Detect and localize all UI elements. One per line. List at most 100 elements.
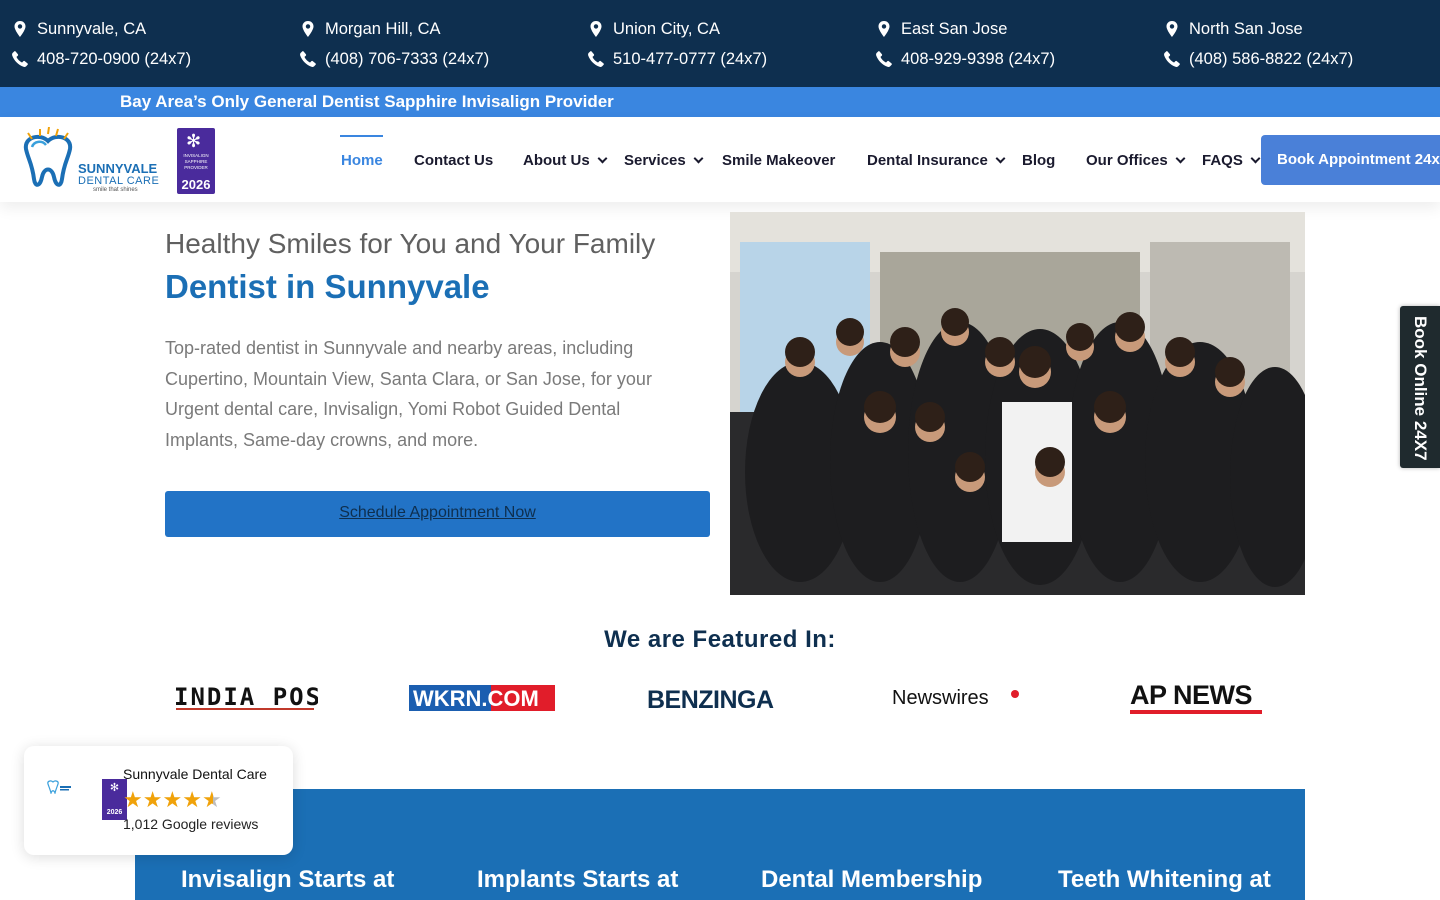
svg-text:Newswires: Newswires bbox=[892, 687, 989, 709]
phone-row[interactable]: (408) 586-8822 (24x7) bbox=[1164, 44, 1440, 74]
location-row[interactable]: Union City, CA bbox=[588, 14, 868, 44]
location-phone: (408) 586-8822 (24x7) bbox=[1189, 49, 1354, 68]
nav-home[interactable]: Home bbox=[341, 152, 383, 169]
invisalign-sapphire-badge: ✻ INVISALIGN SAPPHIRE PROVIDER 2026 bbox=[177, 128, 215, 194]
map-pin-icon bbox=[1166, 21, 1178, 37]
press-logo-benzinga[interactable]: BENZINGA bbox=[645, 676, 795, 720]
phone-row[interactable]: 408-720-0900 (24x7) bbox=[12, 44, 292, 74]
nav-faqs[interactable]: FAQS bbox=[1202, 152, 1261, 169]
nav-blog[interactable]: Blog bbox=[1022, 152, 1055, 169]
wkrn-logo: WKRN.COM bbox=[409, 685, 555, 711]
newswires-logo: Newswires bbox=[892, 687, 1019, 709]
pricing-membership[interactable]: Dental Membership bbox=[761, 866, 982, 894]
site-logo[interactable]: SUNNYVALE DENTAL CARE smile that shines bbox=[18, 127, 168, 193]
clinic-mini-logo bbox=[47, 780, 71, 794]
schedule-appointment-button[interactable]: Schedule Appointment Now bbox=[165, 491, 710, 537]
active-nav-indicator bbox=[340, 135, 383, 137]
pricing-band: Invisalign Starts at Implants Starts at … bbox=[135, 789, 1305, 900]
nav-about-us[interactable]: About Us bbox=[523, 152, 608, 169]
press-logo-wkrn[interactable]: WKRN.COM bbox=[409, 676, 555, 720]
location-row[interactable]: North San Jose bbox=[1164, 14, 1440, 44]
hero-subtitle: Healthy Smiles for You and Your Family bbox=[165, 228, 656, 259]
location-row[interactable]: Sunnyvale, CA bbox=[12, 14, 292, 44]
svg-text:WKRN.COM: WKRN.COM bbox=[413, 686, 539, 711]
apnews-logo: AP NEWS bbox=[1130, 680, 1262, 714]
pricing-implants[interactable]: Implants Starts at bbox=[477, 866, 678, 894]
chevron-down-icon bbox=[597, 153, 608, 164]
phone-icon bbox=[588, 51, 604, 67]
chevron-down-icon bbox=[1175, 153, 1186, 164]
location-row[interactable]: East San Jose bbox=[876, 14, 1156, 44]
location-sunnyvale: Sunnyvale, CA 408-720-0900 (24x7) bbox=[12, 14, 292, 74]
review-count: 1,012 Google reviews bbox=[123, 816, 259, 832]
phone-row[interactable]: (408) 706-7333 (24x7) bbox=[300, 44, 580, 74]
location-phone: 408-929-9398 (24x7) bbox=[901, 49, 1056, 68]
map-pin-icon bbox=[590, 21, 602, 37]
phone-row[interactable]: 408-929-9398 (24x7) bbox=[876, 44, 1156, 74]
chevron-down-icon bbox=[693, 153, 704, 164]
book-appointment-button[interactable]: Book Appointment 24x7 bbox=[1261, 135, 1440, 185]
top-contact-bar: Sunnyvale, CA 408-720-0900 (24x7) Morgan… bbox=[0, 0, 1440, 87]
star-icon: ★ bbox=[182, 787, 202, 812]
press-logo-apnews[interactable]: AP NEWS bbox=[1128, 676, 1264, 720]
nav-smile-makeover[interactable]: Smile Makeover bbox=[722, 152, 835, 169]
press-logo-newswires[interactable]: Newswires bbox=[890, 676, 1025, 720]
location-phone: 510-477-0777 (24x7) bbox=[613, 49, 768, 68]
tooth-logo-icon bbox=[23, 127, 73, 187]
map-pin-icon bbox=[878, 21, 890, 37]
announcement-bar: Bay Area’s Only General Dentist Sapphire… bbox=[0, 87, 1440, 117]
side-tab-label: Book Online 24X7 bbox=[1411, 316, 1430, 461]
flower-icon: ✻ bbox=[186, 131, 202, 151]
svg-text:BENZINGA: BENZINGA bbox=[647, 686, 774, 713]
map-pin-icon bbox=[302, 21, 314, 37]
review-business-name: Sunnyvale Dental Care bbox=[123, 766, 267, 782]
book-online-side-tab[interactable]: Book Online 24X7 bbox=[1400, 306, 1440, 468]
svg-text:AP NEWS: AP NEWS bbox=[1130, 680, 1252, 710]
star-rating: ★ ★ ★ ★ ★ bbox=[123, 789, 222, 811]
press-logo-indiapost[interactable]: INDIA POST bbox=[170, 676, 320, 720]
location-phone: (408) 706-7333 (24x7) bbox=[325, 49, 490, 68]
location-row[interactable]: Morgan Hill, CA bbox=[300, 14, 580, 44]
nav-our-offices[interactable]: Our Offices bbox=[1086, 152, 1186, 169]
chevron-down-icon bbox=[995, 153, 1006, 164]
location-city: Union City, CA bbox=[613, 19, 720, 38]
location-city: Sunnyvale, CA bbox=[37, 19, 147, 38]
star-icon: ★ bbox=[123, 787, 143, 812]
location-union-city: Union City, CA 510-477-0777 (24x7) bbox=[588, 14, 868, 74]
phone-row[interactable]: 510-477-0777 (24x7) bbox=[588, 44, 868, 74]
star-icon: ★ bbox=[142, 787, 163, 812]
phone-icon bbox=[300, 51, 316, 67]
phone-icon bbox=[1164, 51, 1180, 67]
site-header: SUNNYVALE DENTAL CARE smile that shines … bbox=[0, 117, 1440, 202]
svg-text:DENTAL CARE: DENTAL CARE bbox=[78, 175, 159, 187]
svg-text:smile that shines: smile that shines bbox=[93, 187, 138, 193]
google-review-widget[interactable]: ✻ 2026 Sunnyvale Dental Care ★ ★ ★ ★ ★ 1… bbox=[24, 746, 293, 855]
pricing-invisalign[interactable]: Invisalign Starts at bbox=[181, 866, 394, 894]
svg-text:INDIA POST: INDIA POST bbox=[174, 683, 318, 711]
announcement-text: Bay Area’s Only General Dentist Sapphire… bbox=[120, 92, 614, 111]
badge-text: INVISALIGN SAPPHIRE PROVIDER bbox=[183, 153, 209, 170]
star-half-icon: ★ bbox=[201, 787, 222, 812]
location-east-san-jose: East San Jose 408-929-9398 (24x7) bbox=[876, 14, 1156, 74]
badge-year: 2026 bbox=[181, 177, 211, 192]
phone-icon bbox=[12, 51, 28, 67]
map-pin-icon bbox=[14, 21, 26, 37]
nav-services[interactable]: Services bbox=[624, 152, 704, 169]
team-photo bbox=[730, 212, 1305, 595]
featured-heading: We are Featured In: bbox=[604, 626, 836, 653]
nav-dental-insurance[interactable]: Dental Insurance bbox=[867, 152, 1006, 169]
location-city: East San Jose bbox=[901, 19, 1008, 38]
hero-title: Dentist in Sunnyvale bbox=[165, 268, 490, 305]
star-icon: ★ bbox=[162, 787, 183, 812]
location-city: North San Jose bbox=[1189, 19, 1303, 38]
location-city: Morgan Hill, CA bbox=[325, 19, 441, 38]
svg-text:SUNNYVALE: SUNNYVALE bbox=[78, 161, 158, 176]
location-north-san-jose: North San Jose (408) 586-8822 (24x7) bbox=[1164, 14, 1440, 74]
indiapost-logo: INDIA POST bbox=[174, 683, 318, 711]
location-morgan-hill: Morgan Hill, CA (408) 706-7333 (24x7) bbox=[300, 14, 580, 74]
nav-contact-us[interactable]: Contact Us bbox=[414, 152, 493, 169]
chevron-down-icon bbox=[1250, 153, 1261, 164]
pricing-whitening[interactable]: Teeth Whitening at bbox=[1058, 866, 1271, 894]
benzinga-logo: BENZINGA bbox=[647, 686, 775, 713]
hero-description: Top-rated dentist in Sunnyvale and nearb… bbox=[165, 338, 652, 450]
